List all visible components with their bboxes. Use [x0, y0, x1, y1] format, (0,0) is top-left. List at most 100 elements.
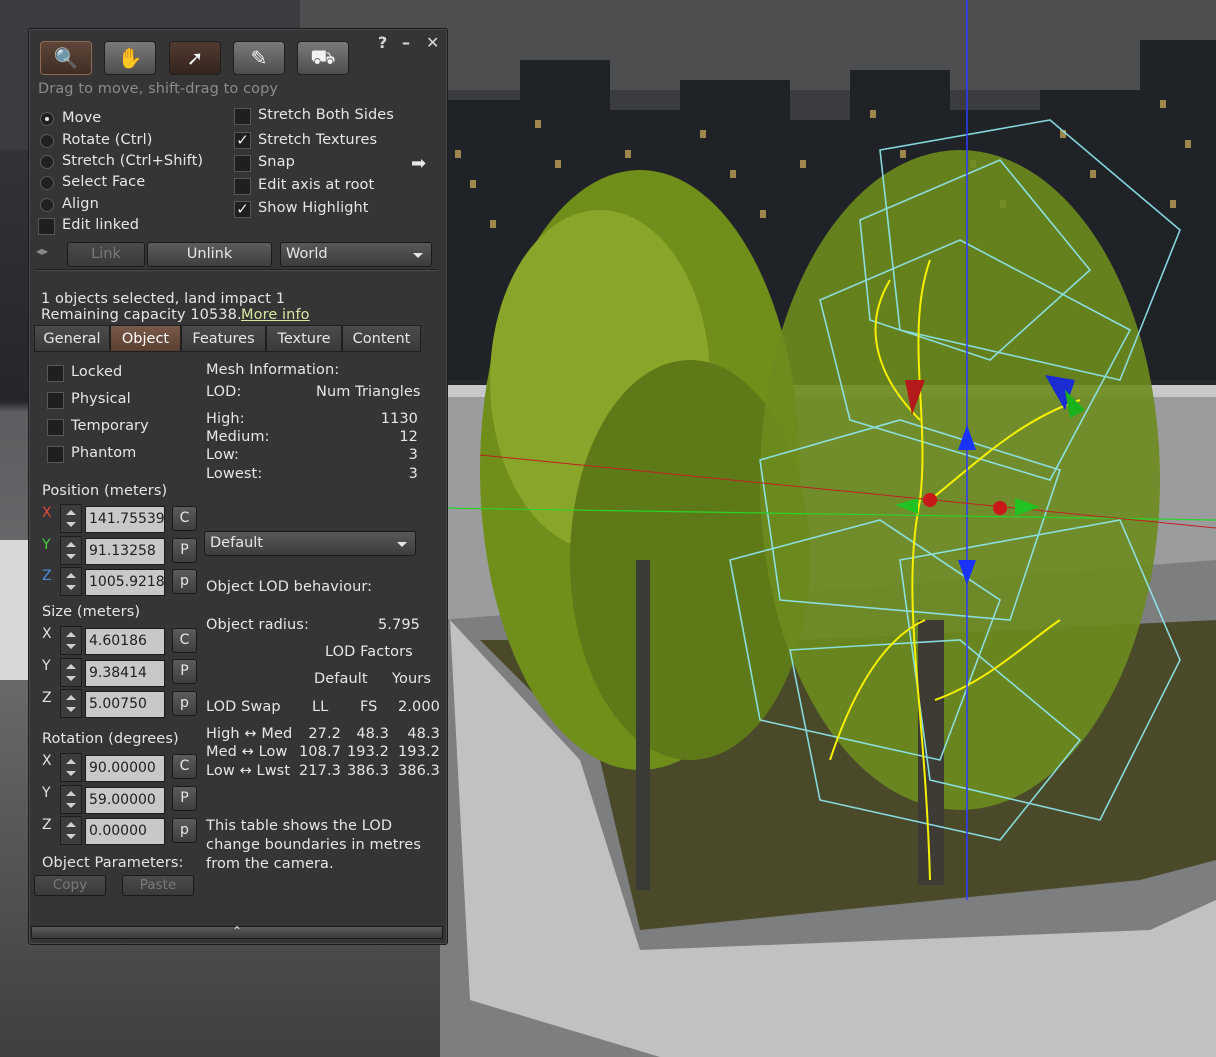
mesh-lod-lowest-value: 3 [408, 466, 418, 482]
rotation-paste-clip-button[interactable]: p [172, 818, 197, 843]
land-tool-button[interactable]: ⛟ [297, 41, 349, 75]
locked-checkbox[interactable] [47, 365, 64, 382]
size-x-input[interactable]: 4.60186 [85, 628, 165, 655]
mesh-lod-low-label: Low: [206, 447, 240, 463]
lod-swap-fs-value: 386.3 [346, 763, 389, 779]
position-z-axis: Z [42, 568, 52, 584]
position-x-stepper[interactable] [60, 504, 82, 533]
lod-swap-yours-value: 386.3 [397, 763, 440, 779]
physical-checkbox[interactable] [47, 392, 64, 409]
lod-swap-fs-value: 48.3 [356, 726, 389, 742]
position-y-stepper[interactable] [60, 536, 82, 565]
tab-content[interactable]: Content [342, 325, 421, 352]
lod-preset-dropdown[interactable]: Default [204, 531, 416, 556]
stretch-radio[interactable] [40, 155, 54, 169]
rotation-z-input[interactable]: 0.00000 [85, 818, 165, 845]
mesh-lod-medium-value: 12 [399, 429, 418, 445]
chevron-up-icon: ⌃ [231, 924, 243, 938]
phantom-checkbox[interactable] [47, 446, 64, 463]
lod-swap-fs-value: 193.2 [346, 744, 389, 760]
more-info-link[interactable]: More info [241, 307, 310, 323]
position-paste-button[interactable]: P [172, 538, 197, 563]
edit-axis-root-checkbox[interactable] [234, 178, 251, 195]
position-x-input[interactable]: 141.75539 [85, 506, 165, 533]
copy-params-button[interactable]: Copy [34, 875, 106, 896]
tab-general[interactable]: General [34, 325, 110, 352]
rotation-y-axis: Y [42, 785, 51, 801]
move-radio[interactable] [40, 112, 54, 126]
minimize-button[interactable]: – [402, 33, 410, 52]
bulldozer-icon: ⛟ [310, 44, 336, 69]
align-radio[interactable] [40, 198, 54, 212]
size-label: Size (meters) [42, 604, 141, 620]
grab-tool-button[interactable]: ✋ [104, 41, 156, 75]
prev-link-arrow-icon[interactable]: ◂▸ [36, 244, 48, 258]
size-y-input[interactable]: 9.38414 [85, 660, 165, 687]
link-button[interactable]: Link [67, 242, 145, 267]
rotation-z-axis: Z [42, 817, 52, 833]
tab-features[interactable]: Features [181, 325, 266, 352]
physical-label: Physical [71, 391, 131, 407]
position-copy-button[interactable]: C [172, 506, 197, 531]
snap-checkbox[interactable] [234, 155, 251, 172]
rotate-radio[interactable] [40, 134, 54, 148]
size-paste-clip-button[interactable]: p [172, 691, 197, 716]
stretch-label: Stretch (Ctrl+Shift) [62, 153, 204, 169]
help-button[interactable]: ? [378, 33, 387, 52]
lod-yours-column: Yours [392, 671, 432, 687]
rotation-y-input[interactable]: 59.00000 [85, 787, 165, 814]
mesh-lod-header: LOD: [206, 384, 242, 400]
mesh-lod-high-label: High: [206, 411, 245, 427]
unlink-button[interactable]: Unlink [147, 242, 272, 267]
stretch-textures-checkbox[interactable]: ✓ [234, 132, 251, 149]
rotation-x-input[interactable]: 90.00000 [85, 755, 165, 782]
size-x-stepper[interactable] [60, 626, 82, 655]
position-z-input[interactable]: 1005.9218 [85, 569, 165, 596]
tab-object[interactable]: Object [110, 325, 181, 352]
edit-tool-button[interactable]: ➚ [169, 41, 221, 75]
size-z-input[interactable]: 5.00750 [85, 691, 165, 718]
position-label: Position (meters) [42, 483, 168, 499]
mesh-info-title: Mesh Information: [206, 362, 340, 378]
position-paste-clip-button[interactable]: p [172, 569, 197, 594]
size-z-axis: Z [42, 690, 52, 706]
size-y-stepper[interactable] [60, 658, 82, 687]
locked-label: Locked [71, 364, 123, 380]
rotation-y-stepper[interactable] [60, 785, 82, 814]
edit-axis-root-label: Edit axis at root [258, 177, 375, 193]
build-floater[interactable]: ? – ✕ 🔍 ✋ ➚ ✎ ⛟ Drag to move, shift-drag… [28, 28, 448, 945]
snap-label: Snap [258, 154, 295, 170]
size-copy-button[interactable]: C [172, 628, 197, 653]
position-y-input[interactable]: 91.13258 [85, 538, 165, 565]
show-highlight-checkbox[interactable]: ✓ [234, 201, 251, 218]
snap-options-arrow-icon[interactable]: ➡ [411, 153, 426, 174]
align-label: Align [62, 196, 99, 212]
lod-preset-value: Default [210, 535, 263, 551]
collapse-panel-button[interactable]: ⌃ [31, 924, 443, 939]
select-face-radio[interactable] [40, 176, 54, 190]
cursor-icon: ➚ [186, 46, 204, 70]
size-paste-button[interactable]: P [172, 659, 197, 684]
focus-tool-button[interactable]: 🔍 [40, 41, 92, 75]
temporary-checkbox[interactable] [47, 419, 64, 436]
rotation-paste-button[interactable]: P [172, 786, 197, 811]
magnifier-icon: 🔍 [53, 46, 79, 70]
mesh-lod-medium-label: Medium: [206, 429, 270, 445]
hand-icon: ✋ [117, 46, 143, 70]
edit-linked-checkbox[interactable] [38, 218, 55, 235]
lod-swap-ll-value: 217.3 [298, 763, 341, 779]
close-button[interactable]: ✕ [426, 33, 439, 52]
stretch-both-sides-checkbox[interactable] [234, 108, 251, 125]
rotation-copy-button[interactable]: C [172, 754, 197, 779]
size-z-stepper[interactable] [60, 689, 82, 718]
position-z-stepper[interactable] [60, 567, 82, 596]
rotation-z-stepper[interactable] [60, 816, 82, 845]
selection-summary: 1 objects selected, land impact 1 [41, 291, 286, 307]
rotation-x-stepper[interactable] [60, 753, 82, 782]
grid-mode-dropdown[interactable]: World [280, 242, 432, 267]
paste-params-button[interactable]: Paste [122, 875, 194, 896]
stretch-textures-label: Stretch Textures [258, 132, 378, 148]
tab-texture[interactable]: Texture [266, 325, 342, 352]
create-tool-button[interactable]: ✎ [233, 41, 285, 75]
object-params-label: Object Parameters: [42, 855, 184, 871]
